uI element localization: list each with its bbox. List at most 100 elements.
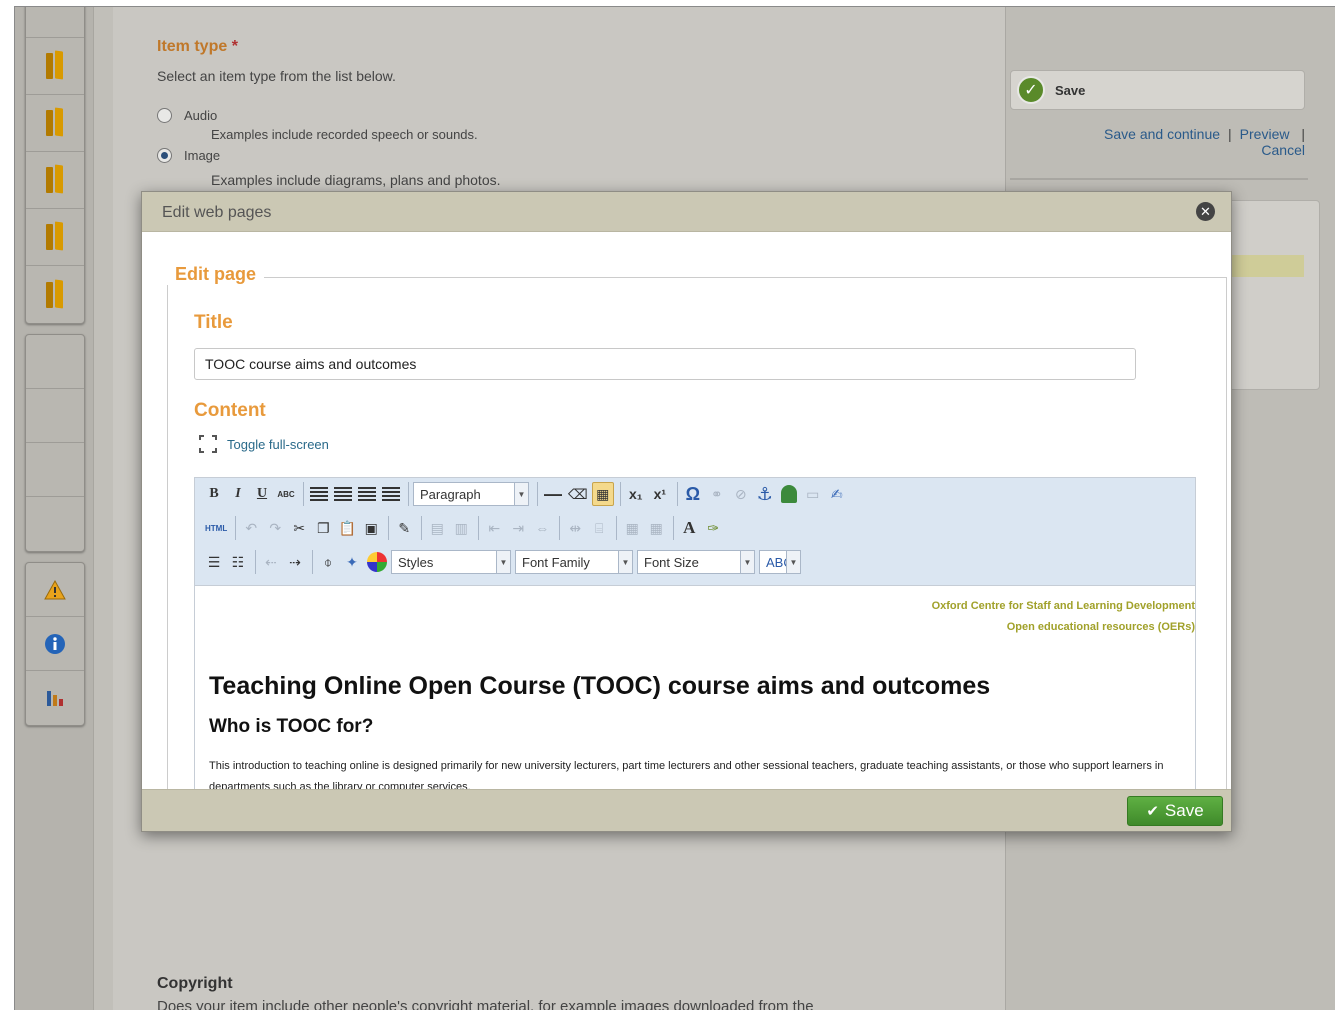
table-icon[interactable]: ▦ [591, 482, 614, 506]
radio-button[interactable] [157, 108, 172, 123]
spellcheck-select[interactable]: ABC ▼ [759, 550, 801, 574]
media-icon[interactable]: ▭ [802, 482, 824, 506]
horizontal-rule-button[interactable]: — [542, 482, 564, 506]
preview-link[interactable]: Preview [1240, 126, 1290, 142]
toolbar-button[interactable] [26, 266, 84, 323]
paste-icon[interactable]: 📋 [336, 516, 358, 540]
align-right-button[interactable] [356, 482, 378, 506]
warning-button[interactable] [26, 563, 84, 617]
toolbar-button[interactable] [26, 497, 84, 551]
save-button[interactable]: ✔ Save [1127, 796, 1223, 826]
editor-toolbar: B I U ABC Paragraph ▼ — ⌫ ▦ x₁ x¹ Ω ⚭ ⊘ … [195, 478, 1195, 586]
undo-icon[interactable]: ↶ [240, 516, 262, 540]
cut-icon[interactable]: ✂ [288, 516, 310, 540]
special-char-button[interactable]: Ω [682, 482, 704, 506]
strikethrough-button[interactable]: ABC [275, 482, 297, 506]
eraser-icon[interactable]: ⌫ [566, 482, 590, 506]
copy-icon[interactable]: ❐ [312, 516, 334, 540]
text-color-button[interactable]: A [678, 516, 700, 540]
table-row-icon[interactable]: ▤ [426, 516, 448, 540]
book-icon [45, 108, 65, 138]
unlink-icon[interactable]: ⊘ [730, 482, 752, 506]
emoticon-icon[interactable]: ✦ [341, 550, 363, 574]
align-left-button[interactable] [308, 482, 330, 506]
italic-button[interactable]: I [227, 482, 249, 506]
radio-button[interactable] [157, 148, 172, 163]
spellcheck-icon[interactable]: ✍ [826, 482, 848, 506]
toolbar-button[interactable] [26, 152, 84, 209]
dialog-header: Edit web pages ✕ [142, 192, 1231, 232]
align-justify-button[interactable] [380, 482, 402, 506]
radio-audio-description: Examples include recorded speech or soun… [211, 127, 478, 142]
styles-select[interactable]: Styles ▼ [391, 550, 511, 574]
edit-icon[interactable]: ✎ [393, 516, 415, 540]
merge-icon[interactable]: ⇔ [531, 516, 553, 540]
toolbar-button[interactable] [26, 7, 84, 38]
book-icon [45, 280, 65, 310]
font-size-select[interactable]: Font Size ▼ [637, 550, 755, 574]
side-highlight [1220, 255, 1304, 277]
link-icon[interactable]: ⚭ [706, 482, 728, 506]
cell-props-icon[interactable]: ▦ [645, 516, 667, 540]
row-props-icon[interactable]: ▦ [621, 516, 643, 540]
dialog-title: Edit web pages [162, 204, 272, 221]
book-icon [45, 51, 65, 81]
table-col-icon[interactable]: ▥ [450, 516, 472, 540]
split-icon[interactable]: ⇹ [564, 516, 586, 540]
org-header: Oxford Centre for Staff and Learning Dev… [931, 600, 1195, 633]
redo-icon[interactable]: ↷ [264, 516, 286, 540]
bold-button[interactable]: B [203, 482, 225, 506]
underline-button[interactable]: U [251, 482, 273, 506]
toolbar-button[interactable] [26, 443, 84, 497]
highlight-icon[interactable]: ✑ [702, 516, 724, 540]
paste-text-icon[interactable]: ▣ [360, 516, 382, 540]
radio-audio[interactable]: Audio [157, 108, 217, 123]
color-button[interactable] [365, 550, 389, 574]
cancel-link[interactable]: Cancel [1261, 142, 1305, 158]
radio-image[interactable]: Image [157, 148, 220, 163]
toolbar-button[interactable] [26, 335, 84, 389]
subscript-button[interactable]: x₁ [625, 482, 647, 506]
indent-icon[interactable]: ⇢ [284, 550, 306, 574]
numbered-list-icon[interactable]: ☷ [227, 550, 249, 574]
rich-text-editor: B I U ABC Paragraph ▼ — ⌫ ▦ x₁ x¹ Ω ⚭ ⊘ … [194, 477, 1196, 792]
toggle-fullscreen-link[interactable]: Toggle full-screen [199, 435, 329, 453]
side-links: Save and continue | Preview | Cancel [1104, 126, 1305, 158]
chart-icon [47, 691, 63, 706]
delete-row-icon[interactable]: ⇥ [507, 516, 529, 540]
copyright-label: Copyright [157, 975, 233, 992]
radio-image-description: Examples include diagrams, plans and pho… [211, 172, 501, 188]
image-button[interactable] [778, 482, 800, 506]
align-center-button[interactable] [332, 482, 354, 506]
icon-group-middle [25, 334, 85, 552]
chevron-down-icon: ▼ [618, 551, 632, 573]
font-family-select[interactable]: Font Family ▼ [515, 550, 633, 574]
superscript-button[interactable]: x¹ [649, 482, 671, 506]
outdent-icon[interactable]: ⇠ [260, 550, 282, 574]
toolbar-row-2: HTML ↶ ↷ ✂ ❐ 📋 ▣ ✎ ▤ ▥ ⇤ ⇥ ⇔ ⇹ ⌸ ▦ ▦ A ✑ [203, 514, 726, 542]
item-type-hint: Select an item type from the list below. [157, 68, 396, 84]
toolbar-button[interactable] [26, 95, 84, 152]
toolbar-button[interactable] [26, 209, 84, 266]
document-heading: Teaching Online Open Course (TOOC) cours… [209, 672, 991, 700]
toolbar-button[interactable] [26, 38, 84, 95]
close-icon[interactable]: ✕ [1196, 202, 1215, 221]
anchor-icon[interactable]: ⚓ [754, 482, 776, 506]
icon-toolbar [25, 7, 85, 736]
format-select[interactable]: Paragraph ▼ [413, 482, 529, 506]
align-center-icon [334, 487, 352, 501]
chart-button[interactable] [26, 671, 84, 725]
cell-icon[interactable]: ⌸ [588, 516, 610, 540]
bullet-list-icon[interactable]: ☰ [203, 550, 225, 574]
html-source-button[interactable]: HTML [203, 516, 229, 540]
insert-row-icon[interactable]: ⇤ [483, 516, 505, 540]
color-swatch-icon [367, 552, 387, 572]
side-save-button[interactable]: ✓ Save [1010, 70, 1305, 110]
toolbar-button[interactable] [26, 389, 84, 443]
attachment-icon[interactable]: ⌽ [317, 550, 339, 574]
editor-content[interactable]: Oxford Centre for Staff and Learning Dev… [195, 586, 1195, 791]
edit-page-legend: Edit page [167, 264, 265, 285]
title-input[interactable] [194, 348, 1136, 380]
info-button[interactable] [26, 617, 84, 671]
save-and-continue-link[interactable]: Save and continue [1104, 126, 1220, 142]
